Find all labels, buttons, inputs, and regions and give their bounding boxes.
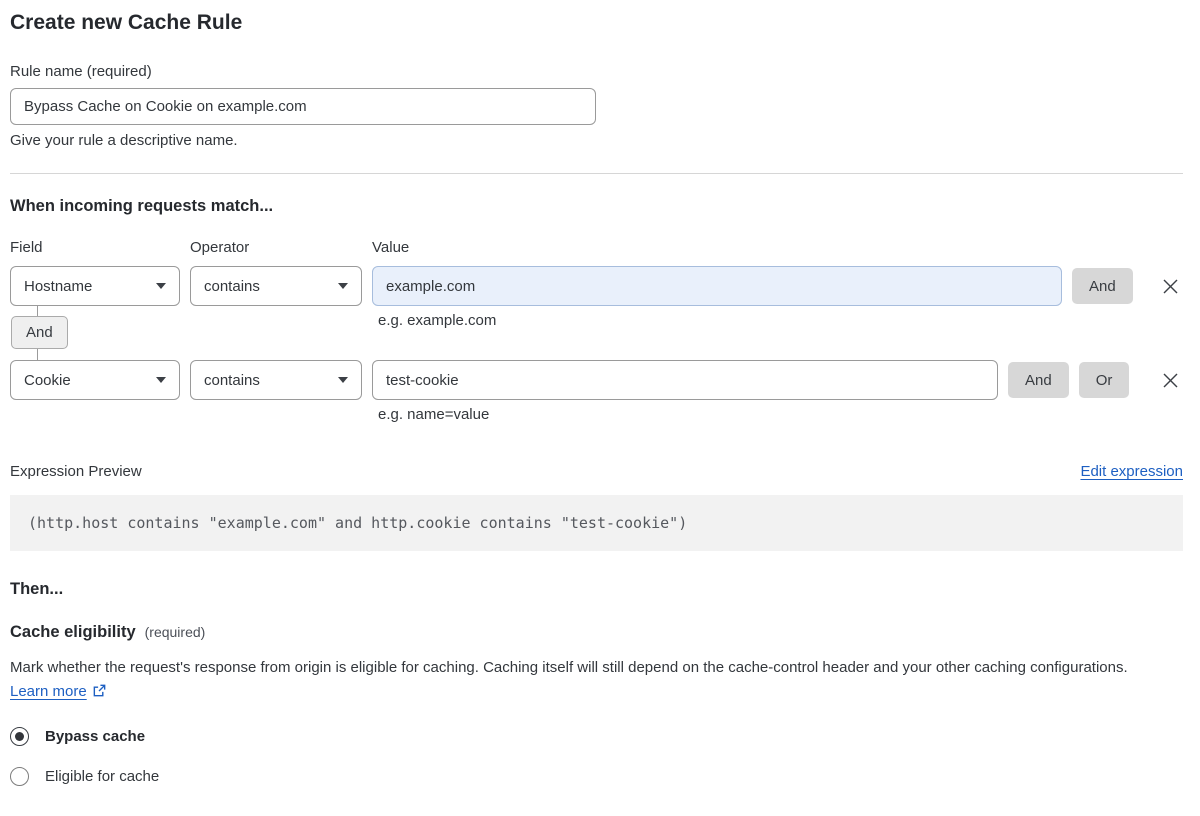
operator-column-label: Operator [190, 239, 250, 256]
value-input-2[interactable] [372, 360, 998, 400]
rule-name-label: Rule name (required) [10, 63, 152, 80]
remove-condition-button-1[interactable] [1157, 273, 1183, 299]
condition-column-labels: Field Operator Value [10, 239, 1183, 257]
value-hint-1: e.g. example.com [378, 312, 497, 329]
field-select-1-value: Hostname [24, 277, 93, 295]
or-button-row-2[interactable]: Or [1078, 362, 1130, 398]
cache-eligibility-heading: Cache eligibility [10, 623, 136, 641]
radio-option-bypass-cache[interactable]: Bypass cache [10, 727, 1183, 746]
field-select-1[interactable]: Hostname [10, 266, 180, 306]
expression-preview-label: Expression Preview [10, 463, 142, 480]
required-note: (required) [144, 624, 206, 640]
learn-more-link[interactable]: Learn more [10, 683, 87, 700]
operator-select-1[interactable]: contains [190, 266, 362, 306]
create-cache-rule-page: Create new Cache Rule Rule name (require… [0, 0, 1200, 816]
match-section-heading: When incoming requests match... [10, 197, 274, 215]
close-icon [1163, 373, 1177, 387]
chevron-down-icon [156, 377, 166, 383]
radio-unselected-icon[interactable] [10, 767, 29, 786]
field-select-2-value: Cookie [24, 371, 71, 389]
radio-label-bypass-cache: Bypass cache [45, 728, 146, 745]
radio-selected-icon[interactable] [10, 727, 29, 746]
value-hint-2: e.g. name=value [378, 406, 490, 423]
chevron-down-icon [338, 283, 348, 289]
chevron-down-icon [338, 377, 348, 383]
condition-connector-area: And e.g. example.com [10, 305, 1183, 360]
then-heading: Then... [10, 580, 64, 598]
field-column-label: Field [10, 239, 43, 256]
rule-name-input[interactable] [10, 88, 596, 125]
cache-eligibility-heading-row: Cache eligibility (required) [10, 622, 1183, 642]
value-column-label: Value [372, 239, 410, 256]
expression-code-block: (http.host contains "example.com" and ht… [10, 495, 1183, 551]
page-title: Create new Cache Rule [10, 11, 243, 34]
value-input-1[interactable] [372, 266, 1062, 306]
operator-select-2[interactable]: contains [190, 360, 362, 400]
condition-row-1: Hostname contains And [10, 266, 1183, 306]
section-divider [10, 173, 1183, 174]
field-select-2[interactable]: Cookie [10, 360, 180, 400]
chevron-down-icon [156, 283, 166, 289]
edit-expression-link[interactable]: Edit expression [1080, 463, 1183, 481]
condition-row-2: Cookie contains And Or [10, 360, 1183, 400]
and-button-row-1[interactable]: And [1072, 268, 1133, 304]
rule-name-help: Give your rule a descriptive name. [10, 132, 238, 149]
cache-eligibility-description: Mark whether the request's response from… [10, 656, 1160, 704]
description-text: Mark whether the request's response from… [10, 659, 1128, 676]
external-link-icon [93, 684, 106, 697]
operator-select-1-value: contains [204, 277, 260, 295]
radio-label-eligible-for-cache: Eligible for cache [45, 768, 160, 785]
remove-condition-button-2[interactable] [1157, 367, 1183, 393]
radio-option-eligible-for-cache[interactable]: Eligible for cache [10, 767, 1183, 786]
and-button-row-2[interactable]: And [1008, 362, 1069, 398]
close-icon [1163, 279, 1177, 293]
expression-preview-header: Expression Preview Edit expression [10, 463, 1183, 481]
connector-and-button[interactable]: And [11, 316, 68, 349]
operator-select-2-value: contains [204, 371, 260, 389]
